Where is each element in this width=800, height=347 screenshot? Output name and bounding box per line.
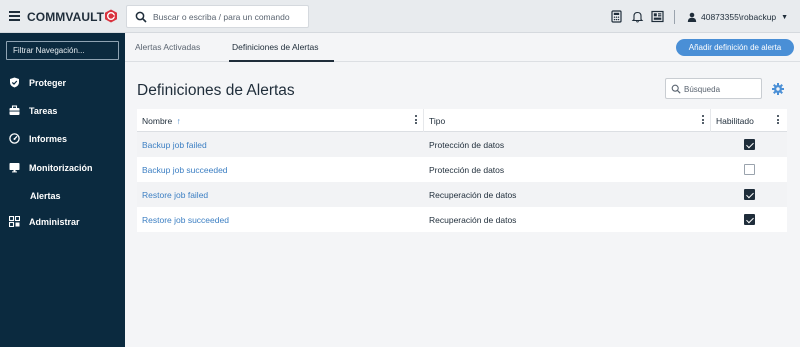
table-row: Backup job failed Protección de datos [137,132,787,157]
table-row: Backup job succeeded Protección de datos [137,157,787,182]
tab-definiciones-de-alertas[interactable]: Definiciones de Alertas [232,42,318,52]
sidebar-item-label: Tareas [29,106,58,116]
alert-type: Protección de datos [429,140,505,150]
table-row: Restore job succeeded Recuperación de da… [137,207,787,232]
column-header-habilitado[interactable]: Habilitado [716,116,754,126]
grid-settings-icon [9,216,20,227]
column-menu-icon[interactable] [414,115,418,126]
sidebar-item-monitorizacion[interactable]: Monitorización [0,158,125,178]
enabled-checkbox[interactable] [744,139,755,150]
sidebar-item-tareas[interactable]: Tareas [0,101,125,121]
shield-icon [10,77,19,88]
main-content: Alertas Activadas Definiciones de Alerta… [125,33,800,347]
user-name: 40873355\robackup [701,12,777,22]
page-title: Definiciones de Alertas [137,82,295,99]
alert-definitions-table: Nombre ↑ Tipo Habilitado Backup job fail… [137,109,787,232]
hamburger-menu-icon[interactable] [9,11,20,22]
alert-type: Protección de datos [429,165,505,175]
alert-type: Recuperación de datos [429,215,517,225]
gear-icon[interactable] [772,83,784,95]
briefcase-icon [9,105,20,115]
sidebar-item-label: Administrar [29,217,80,227]
enabled-checkbox[interactable] [744,189,755,200]
sidebar: Proteger Tareas Informes Monitorización … [0,33,125,347]
top-bar: COMMVAULT 40873355\robackup ▼ [0,0,800,33]
search-icon [671,84,681,94]
tab-bar: Alertas Activadas Definiciones de Alerta… [125,33,800,62]
table-header: Nombre ↑ Tipo Habilitado [137,109,787,132]
column-header-tipo[interactable]: Tipo [429,116,445,126]
brand-logo[interactable]: COMMVAULT [27,10,104,24]
enabled-checkbox[interactable] [744,164,755,175]
enabled-checkbox[interactable] [744,214,755,225]
sidebar-item-label: Proteger [29,78,67,88]
sidebar-item-administrar[interactable]: Administrar [0,212,125,232]
sidebar-item-label: Informes [29,134,68,144]
column-menu-icon[interactable] [776,115,780,126]
alert-name-link[interactable]: Restore job failed [142,190,208,200]
nav-filter-input[interactable] [7,42,118,59]
sidebar-item-label: Monitorización [29,163,93,173]
table-row: Restore job failed Recuperación de datos [137,182,787,207]
table-search[interactable] [665,78,762,99]
chevron-down-icon: ▼ [781,13,789,21]
alert-type: Recuperación de datos [429,190,517,200]
user-icon [687,12,697,22]
active-tab-indicator [229,60,334,62]
sidebar-item-alertas[interactable]: Alertas [0,186,125,206]
calculator-icon[interactable] [610,10,623,23]
user-menu[interactable]: 40873355\robackup ▼ [687,11,788,23]
sidebar-item-informes[interactable]: Informes [0,129,125,149]
global-search-input[interactable] [153,9,303,24]
alert-name-link[interactable]: Backup job failed [142,140,207,150]
nav-filter[interactable] [6,41,119,60]
dashboard-icon[interactable] [651,10,664,23]
search-icon [135,11,147,23]
add-alert-definition-button[interactable]: Añadir definición de alerta [676,39,794,56]
bell-icon[interactable] [631,10,644,23]
sort-ascending-icon: ↑ [176,116,181,126]
monitor-icon [9,163,20,173]
column-header-nombre[interactable]: Nombre ↑ [142,116,181,126]
commvault-logo-icon [105,9,117,23]
column-menu-icon[interactable] [701,115,705,126]
table-search-input[interactable] [684,82,760,96]
alert-name-link[interactable]: Backup job succeeded [142,165,228,175]
header-divider [674,10,675,24]
global-search[interactable] [126,5,309,28]
alert-name-link[interactable]: Restore job succeeded [142,215,229,225]
tab-alertas-activadas[interactable]: Alertas Activadas [135,42,200,52]
sidebar-item-label: Alertas [30,191,61,201]
gauge-icon [9,133,20,144]
sidebar-item-proteger[interactable]: Proteger [0,73,125,93]
